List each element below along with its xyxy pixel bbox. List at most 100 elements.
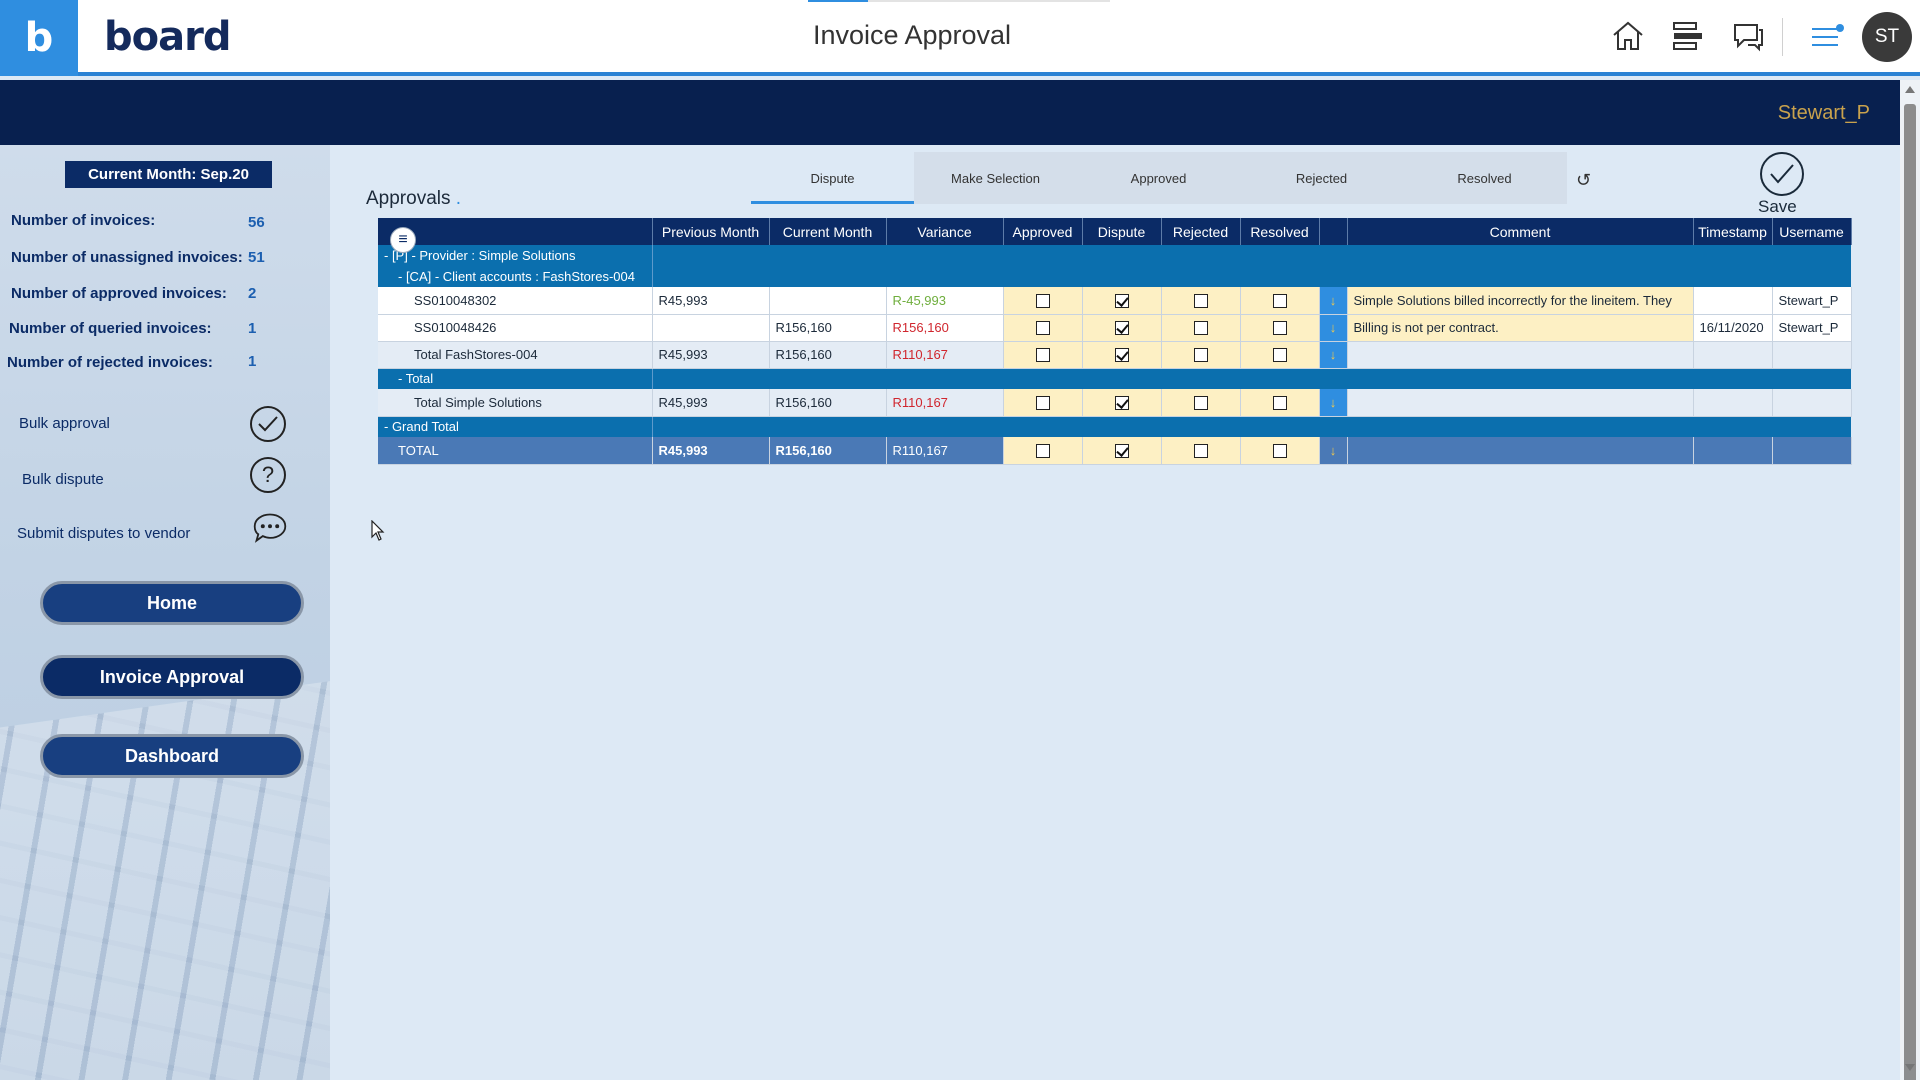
chat-bubble-icon[interactable] [252,510,288,546]
rejected-checkbox[interactable] [1193,396,1208,411]
group-row-client[interactable]: - [CA] - Client accounts : FashStores-00… [378,266,1851,287]
dispute-checkbox[interactable] [1114,396,1129,411]
resolved-checkbox[interactable] [1272,294,1287,309]
arrow-down-icon[interactable]: ↓ [1319,341,1348,369]
rejected-checkbox[interactable] [1193,348,1208,363]
arrow-down-icon[interactable]: ↓ [1319,437,1348,465]
comment-cell[interactable] [1347,437,1694,465]
resolved-checkbox[interactable] [1272,396,1287,411]
submit-disputes-label[interactable]: Submit disputes to vendor [17,525,190,542]
tab-resolved[interactable]: Resolved [1403,152,1566,204]
rejected-checkbox[interactable] [1193,321,1208,336]
tab-make-selection[interactable]: Make Selection [914,152,1077,204]
header-approved[interactable]: Approved [1003,218,1083,245]
comment-cell[interactable] [1347,341,1694,369]
stat-value-rejected: 1 [248,353,257,370]
approved-checkbox[interactable] [1035,396,1050,411]
refresh-icon[interactable]: ↺ [1576,170,1591,191]
stat-value-queried: 1 [248,320,257,337]
group-label[interactable]: - [CA] - Client accounts : FashStores-00… [378,266,653,287]
bulk-dispute-label[interactable]: Bulk dispute [22,471,104,488]
home-icon[interactable] [1610,18,1646,54]
approved-checkbox[interactable] [1035,294,1050,309]
dispute-checkbox[interactable] [1114,321,1129,336]
timestamp-cell: 16/11/2020 [1693,314,1773,342]
resolved-cell [1240,437,1320,465]
status-tabs: Dispute Make Selection Approved Rejected… [751,152,1567,204]
group-row-provider[interactable]: - [P] - Provider : Simple Solutions [378,245,1851,266]
notification-dot [1836,24,1844,32]
dispute-cell [1082,287,1162,315]
variance-value: R-45,993 [886,287,1004,315]
header-comment[interactable]: Comment [1347,218,1694,245]
timestamp-cell [1693,389,1773,417]
scrollbar[interactable] [1900,80,1920,1080]
dispute-checkbox[interactable] [1114,444,1129,459]
group-row-total[interactable]: - Total [378,368,1851,389]
header-dispute[interactable]: Dispute [1082,218,1162,245]
comment-cell[interactable] [1347,389,1694,417]
resolved-checkbox[interactable] [1272,348,1287,363]
approved-checkbox[interactable] [1035,321,1050,336]
scroll-thumb[interactable] [1904,104,1916,1080]
page-indicator [808,0,1110,2]
nav-invoice-approval-button[interactable]: Invoice Approval [40,655,304,699]
save-button-label[interactable]: Save [1758,197,1797,217]
invoice-id: SS010048426 [378,314,653,342]
rejected-checkbox[interactable] [1193,444,1208,459]
comments-icon[interactable] [1730,18,1766,54]
header-current-month[interactable]: Current Month [769,218,887,245]
scroll-down-icon[interactable] [1905,1064,1915,1071]
nav-home-button[interactable]: Home [40,581,304,625]
tab-rejected[interactable]: Rejected [1240,152,1403,204]
resolved-checkbox[interactable] [1272,321,1287,336]
comment-cell[interactable]: Billing is not per contract. [1347,314,1694,342]
header-variance[interactable]: Variance [886,218,1004,245]
username-cell: Stewart_P [1772,287,1852,315]
variance-value: R156,160 [886,314,1004,342]
sitemap-icon[interactable] [1670,18,1706,54]
question-circle-icon[interactable]: ? [250,457,286,493]
arrow-down-icon[interactable]: ↓ [1319,314,1348,342]
bulk-approval-label[interactable]: Bulk approval [19,415,110,432]
header-username[interactable]: Username [1772,218,1852,245]
nav-dashboard-button[interactable]: Dashboard [40,734,304,778]
save-check-icon[interactable] [1760,152,1804,196]
group-label[interactable]: - [P] - Provider : Simple Solutions [378,245,653,266]
mouse-cursor-icon [371,520,385,541]
dispute-cell [1082,314,1162,342]
previous-month-value: R45,993 [652,437,770,465]
grand-total-label: TOTAL [378,437,653,465]
collapse-toggle-icon[interactable]: ≡ [390,227,416,253]
tab-approved[interactable]: Approved [1077,152,1240,204]
group-label[interactable]: - Grand Total [378,416,653,437]
check-circle-icon[interactable] [250,406,286,442]
header-timestamp[interactable]: Timestamp [1693,218,1773,245]
approved-checkbox[interactable] [1035,444,1050,459]
dispute-checkbox[interactable] [1114,294,1129,309]
header-rejected[interactable]: Rejected [1161,218,1241,245]
approved-cell [1003,314,1083,342]
username-cell [1772,389,1852,417]
approved-cell [1003,287,1083,315]
approved-checkbox[interactable] [1035,348,1050,363]
scroll-up-icon[interactable] [1905,86,1915,93]
header-previous-month[interactable]: Previous Month [652,218,770,245]
group-row-grand-total[interactable]: - Grand Total [378,416,1851,437]
arrow-down-icon[interactable]: ↓ [1319,389,1348,417]
group-label[interactable]: - Total [378,368,653,389]
invoice-id: SS010048302 [378,287,653,315]
arrow-down-icon[interactable]: ↓ [1319,287,1348,315]
dispute-checkbox[interactable] [1114,348,1129,363]
tab-dispute[interactable]: Dispute [751,152,914,204]
group-fill [652,266,1851,287]
avatar[interactable]: ST [1862,12,1912,62]
header-resolved[interactable]: Resolved [1240,218,1320,245]
comment-cell[interactable]: Simple Solutions billed incorrectly for … [1347,287,1694,315]
previous-month-value [652,314,770,342]
rejected-cell [1161,389,1241,417]
rejected-checkbox[interactable] [1193,294,1208,309]
resolved-checkbox[interactable] [1272,444,1287,459]
previous-month-value: R45,993 [652,287,770,315]
approvals-title: Approvals . [366,188,462,209]
